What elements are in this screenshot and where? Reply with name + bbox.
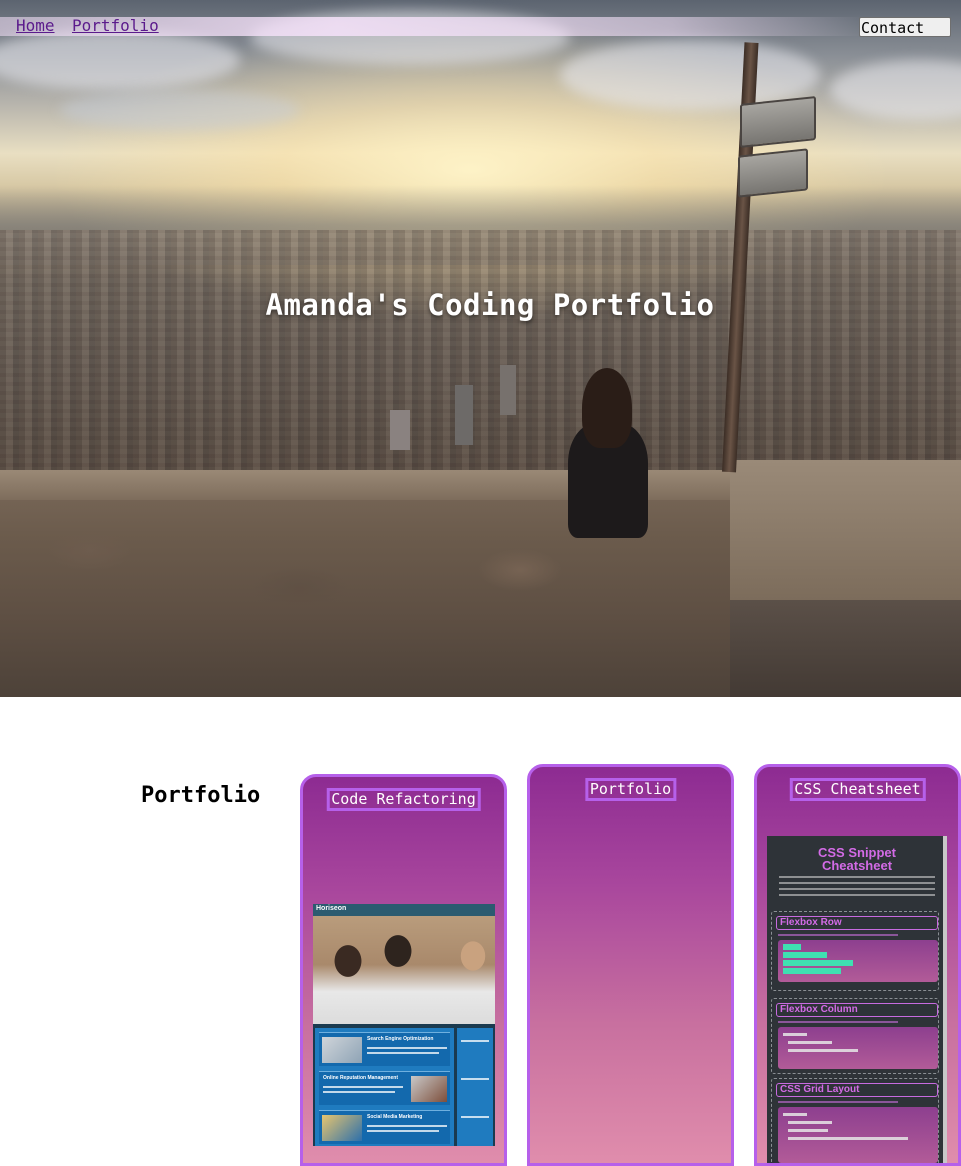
hero-banner: Amanda's Coding Portfolio: [0, 0, 961, 697]
project-card-code-refactoring[interactable]: Code Refactoring Horiseon Search Engine …: [300, 774, 507, 1166]
project-thumbnail[interactable]: Horiseon Search Engine Optimization Onli…: [313, 904, 495, 1146]
hero-title: Amanda's Coding Portfolio: [265, 288, 715, 322]
project-card-portfolio[interactable]: Portfolio: [527, 764, 734, 1166]
contact-me-button[interactable]: Contact Me: [859, 17, 951, 37]
nav-link-portfolio[interactable]: Portfolio: [72, 16, 159, 35]
project-card-title[interactable]: CSS Cheatsheet: [789, 778, 926, 801]
project-card-title[interactable]: Code Refactoring: [326, 788, 481, 811]
project-thumbnail[interactable]: CSS Snippet Cheatsheet Flexbox Row Flexbo…: [767, 836, 947, 1163]
project-card-title[interactable]: Portfolio: [584, 778, 677, 801]
person-photo: [560, 368, 655, 538]
thumbnail-logo: Horiseon: [316, 905, 347, 912]
nav-link-home[interactable]: Home: [16, 16, 55, 35]
project-card-css-cheatsheet[interactable]: CSS Cheatsheet CSS Snippet Cheatsheet Fle…: [754, 764, 961, 1166]
thumbnail-scrollbar: [943, 836, 947, 1163]
thumbnail-hero-image: [313, 916, 495, 1024]
portfolio-heading: Portfolio: [141, 783, 261, 808]
